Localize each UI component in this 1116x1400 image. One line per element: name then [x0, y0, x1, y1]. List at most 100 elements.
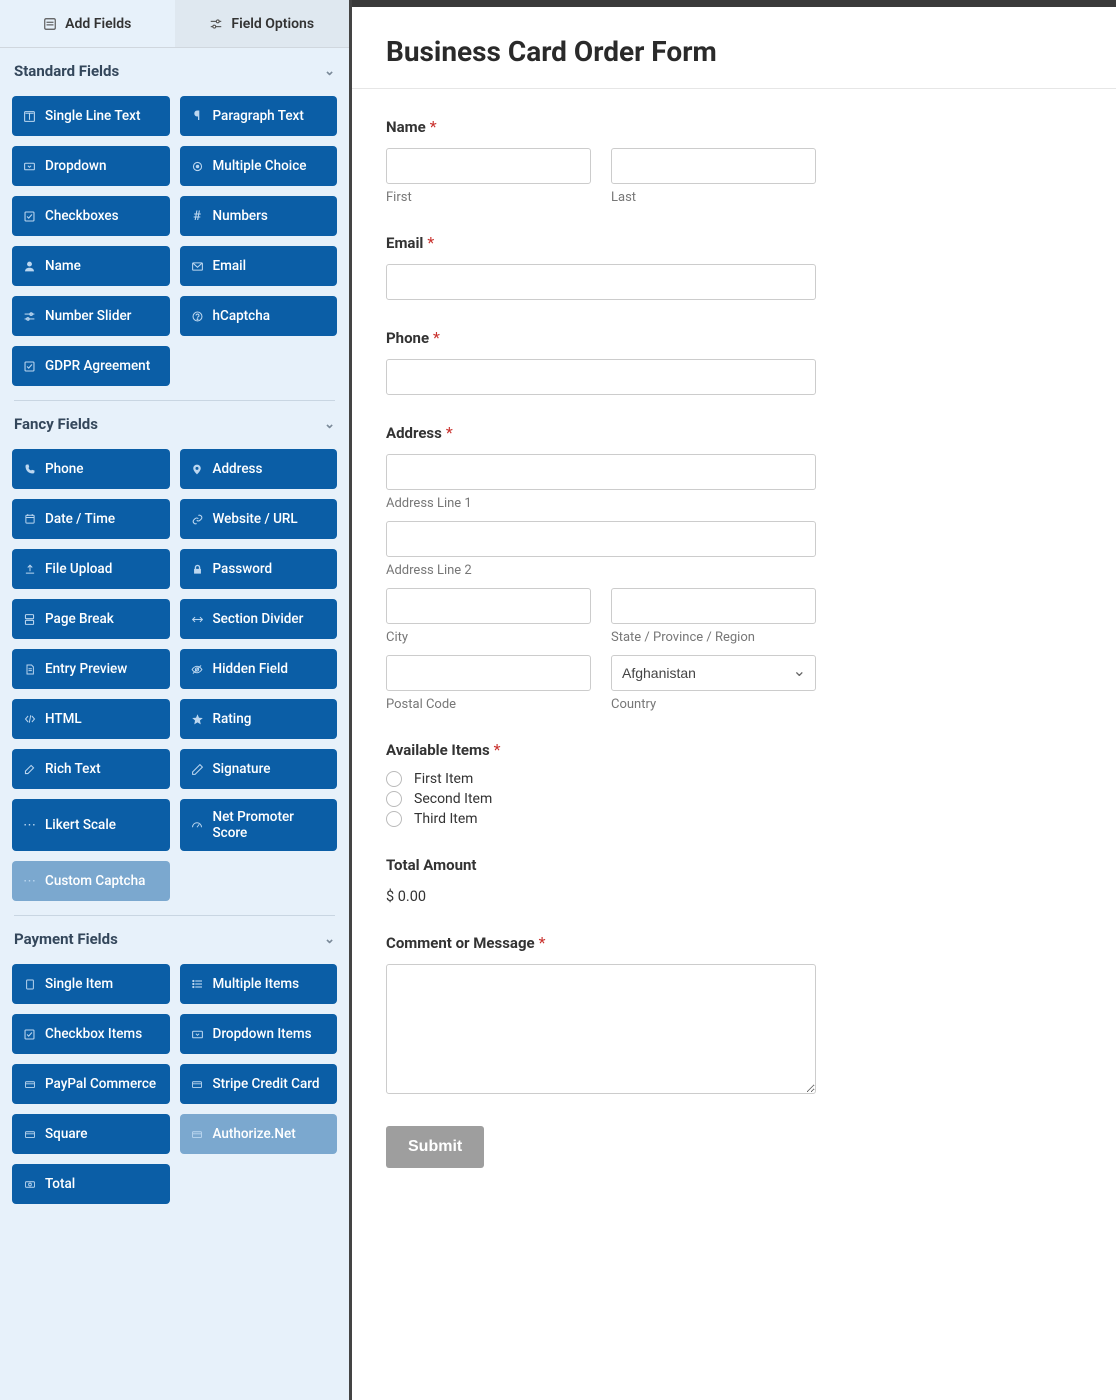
field-label: Total	[45, 1176, 75, 1192]
field-single-item[interactable]: Single Item	[12, 964, 170, 1004]
envelope-icon	[190, 259, 205, 274]
tab-field-options[interactable]: Field Options	[175, 0, 350, 47]
first-name-input[interactable]	[386, 148, 591, 184]
dropdown-icon	[190, 1027, 205, 1042]
field-label: Dropdown Items	[213, 1026, 312, 1042]
form-icon	[43, 17, 57, 31]
item-option-3[interactable]: Third Item	[386, 811, 1082, 827]
list-icon	[190, 977, 205, 992]
section-title-fancy: Fancy Fields	[14, 415, 98, 433]
field-label: Page Break	[45, 611, 114, 627]
field-label: PayPal Commerce	[45, 1076, 156, 1092]
field-hcaptcha[interactable]: hCaptcha	[180, 296, 338, 336]
field-dropdown-items[interactable]: Dropdown Items	[180, 1014, 338, 1054]
document-icon	[22, 662, 37, 677]
city-sublabel: City	[386, 630, 591, 645]
field-section-divider[interactable]: Section Divider	[180, 599, 338, 639]
field-dropdown[interactable]: Dropdown	[12, 146, 170, 186]
field-net-promoter[interactable]: Net Promoter Score	[180, 799, 338, 851]
items-label: Available Items	[386, 741, 490, 759]
city-input[interactable]	[386, 588, 591, 624]
field-label: Net Promoter Score	[213, 809, 328, 841]
form-title: Business Card Order Form	[386, 35, 1082, 88]
field-custom-captcha[interactable]: ⋯Custom Captcha	[12, 861, 170, 901]
field-label: Square	[45, 1126, 87, 1142]
field-page-break[interactable]: Page Break	[12, 599, 170, 639]
phone-input[interactable]	[386, 359, 816, 395]
field-gdpr[interactable]: GDPR Agreement	[12, 346, 170, 386]
field-total[interactable]: Total	[12, 1164, 170, 1204]
total-value: $ 0.00	[386, 888, 1082, 905]
required-indicator: *	[430, 117, 437, 136]
field-multiple-choice[interactable]: Multiple Choice	[180, 146, 338, 186]
field-label: HTML	[45, 711, 82, 727]
field-hidden-field[interactable]: Hidden Field	[180, 649, 338, 689]
radio-icon	[386, 791, 402, 807]
section-header-payment[interactable]: Payment Fields ⌄	[0, 916, 349, 954]
postal-code-input[interactable]	[386, 655, 591, 691]
field-phone[interactable]: Phone	[12, 449, 170, 489]
field-label: hCaptcha	[213, 308, 271, 324]
field-single-line-text[interactable]: Single Line Text	[12, 96, 170, 136]
field-paragraph-text[interactable]: ¶Paragraph Text	[180, 96, 338, 136]
form-wrap: Business Card Order Form Name * First La…	[352, 7, 1116, 1208]
comment-textarea[interactable]	[386, 964, 816, 1094]
field-label: Paragraph Text	[213, 108, 304, 124]
field-label: Checkbox Items	[45, 1026, 142, 1042]
field-checkbox-items[interactable]: Checkbox Items	[12, 1014, 170, 1054]
field-label: Checkboxes	[45, 208, 119, 224]
phone-icon	[22, 462, 37, 477]
item-option-1-label: First Item	[414, 771, 473, 787]
addr2-sublabel: Address Line 2	[386, 563, 816, 578]
field-label: File Upload	[45, 561, 112, 577]
section-title-standard: Standard Fields	[14, 62, 119, 80]
submit-button[interactable]: Submit	[386, 1126, 484, 1168]
field-numbers[interactable]: #Numbers	[180, 196, 338, 236]
credit-card-icon	[190, 1077, 205, 1092]
chevron-down-icon: ⌄	[324, 932, 335, 947]
field-signature[interactable]: Signature	[180, 749, 338, 789]
field-html[interactable]: HTML	[12, 699, 170, 739]
email-input[interactable]	[386, 264, 816, 300]
file-icon	[22, 977, 37, 992]
field-entry-preview[interactable]: Entry Preview	[12, 649, 170, 689]
state-input[interactable]	[611, 588, 816, 624]
radio-icon	[386, 771, 402, 787]
field-likert-scale[interactable]: ⋯Likert Scale	[12, 799, 170, 851]
field-email[interactable]: Email	[180, 246, 338, 286]
first-sublabel: First	[386, 190, 591, 205]
field-date-time[interactable]: Date / Time	[12, 499, 170, 539]
address-line-2-input[interactable]	[386, 521, 816, 557]
country-select[interactable]: Afghanistan	[611, 655, 816, 691]
section-header-fancy[interactable]: Fancy Fields ⌄	[0, 401, 349, 439]
field-rating[interactable]: Rating	[180, 699, 338, 739]
field-multiple-items[interactable]: Multiple Items	[180, 964, 338, 1004]
field-address[interactable]: Address	[180, 449, 338, 489]
credit-card-icon	[22, 1077, 37, 1092]
field-name[interactable]: Name	[12, 246, 170, 286]
standard-fields-grid: Single Line Text ¶Paragraph Text Dropdow…	[0, 86, 349, 390]
credit-card-icon	[22, 1127, 37, 1142]
field-website-url[interactable]: Website / URL	[180, 499, 338, 539]
item-option-1[interactable]: First Item	[386, 771, 1082, 787]
field-square[interactable]: Square	[12, 1114, 170, 1154]
section-header-standard[interactable]: Standard Fields ⌄	[0, 48, 349, 86]
star-icon	[190, 712, 205, 727]
last-name-input[interactable]	[611, 148, 816, 184]
field-paypal[interactable]: PayPal Commerce	[12, 1064, 170, 1104]
field-rich-text[interactable]: Rich Text	[12, 749, 170, 789]
sliders-icon	[209, 17, 223, 31]
field-label: Signature	[213, 761, 271, 777]
field-checkboxes[interactable]: Checkboxes	[12, 196, 170, 236]
field-stripe[interactable]: Stripe Credit Card	[180, 1064, 338, 1104]
field-password[interactable]: Password	[180, 549, 338, 589]
field-authorize-net[interactable]: Authorize.Net	[180, 1114, 338, 1154]
tab-add-fields[interactable]: Add Fields	[0, 0, 175, 47]
item-option-2[interactable]: Second Item	[386, 791, 1082, 807]
phone-label: Phone	[386, 329, 429, 347]
radio-icon	[190, 159, 205, 174]
field-file-upload[interactable]: File Upload	[12, 549, 170, 589]
field-number-slider[interactable]: Number Slider	[12, 296, 170, 336]
address-line-1-input[interactable]	[386, 454, 816, 490]
tab-field-options-label: Field Options	[231, 16, 314, 32]
